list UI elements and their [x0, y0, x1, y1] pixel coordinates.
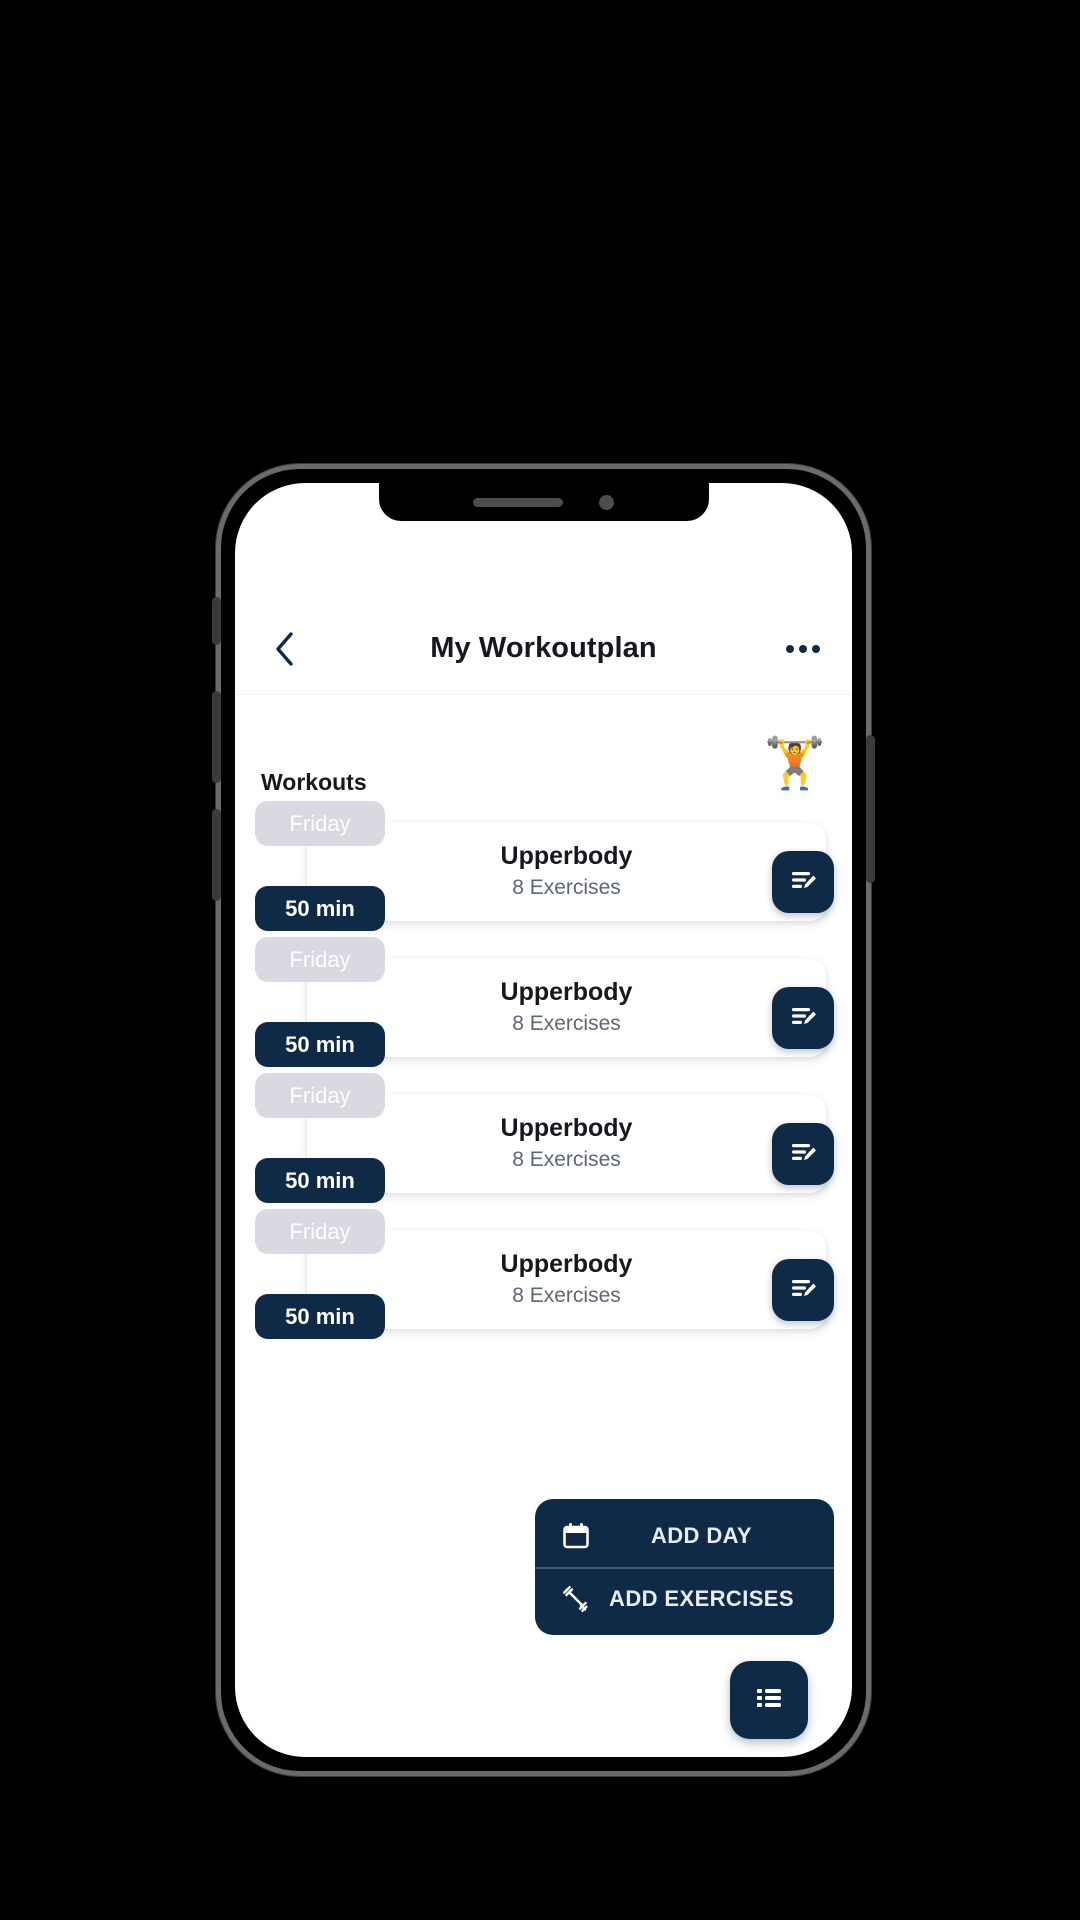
more-horizontal-icon-dot3: [812, 644, 820, 653]
workout-exercise-count: 8 Exercises: [512, 1148, 621, 1172]
add-day-label: ADD DAY: [650, 1523, 752, 1548]
workout-duration-pill: 50 min: [255, 1158, 385, 1203]
workout-day-pill: Friday: [255, 937, 385, 982]
workout-exercise-count: 8 Exercises: [512, 1012, 621, 1036]
speaker-grill-icon: [473, 497, 563, 507]
workout-list-item[interactable]: Friday Upperbody 8 Exercises 50 min: [243, 937, 844, 1073]
workout-name: Upperbody: [500, 978, 633, 1007]
workout-name: Upperbody: [500, 1114, 633, 1143]
list-icon: [751, 1680, 787, 1721]
phone-notch: [378, 483, 709, 521]
more-horizontal-icon-dot2: [799, 644, 807, 653]
front-camera-icon: [599, 494, 614, 510]
more-options-button[interactable]: [780, 626, 826, 672]
section-header: Workouts 🏋️: [235, 708, 852, 804]
app-header: My Workoutplan: [235, 603, 852, 695]
power-button[interactable]: [866, 735, 875, 883]
edit-note-icon: [787, 1000, 819, 1037]
workout-day-pill: Friday: [255, 801, 385, 846]
screenshot-canvas: My Workoutplan Workouts 🏋️ Friday Upperb…: [0, 0, 1080, 1920]
workout-name: Upperbody: [500, 1250, 633, 1279]
list-view-fab-button[interactable]: [730, 1661, 808, 1739]
workouts-section-label: Workouts: [261, 769, 367, 795]
edit-workout-button[interactable]: [772, 851, 834, 913]
workout-duration-pill: 50 min: [255, 886, 385, 931]
volume-up-button[interactable]: [212, 691, 221, 783]
more-horizontal-icon: [786, 644, 794, 653]
workout-exercise-count: 8 Exercises: [512, 1284, 621, 1308]
workout-list: Friday Upperbody 8 Exercises 50 min Frid…: [235, 801, 852, 1345]
workout-day-pill: Friday: [255, 1073, 385, 1118]
weight-lifter-emoji: 🏋️: [763, 735, 826, 791]
chevron-left-icon: [273, 631, 295, 667]
dumbbell-icon: [561, 1584, 605, 1614]
back-button[interactable]: [261, 626, 307, 672]
add-day-button[interactable]: ADD DAY: [535, 1505, 834, 1567]
add-exercises-button[interactable]: ADD EXERCISES: [535, 1567, 834, 1629]
workout-list-item[interactable]: Friday Upperbody 8 Exercises 50 min: [243, 1209, 844, 1345]
volume-down-button[interactable]: [212, 809, 221, 901]
edit-workout-button[interactable]: [772, 1259, 834, 1321]
workout-exercise-count: 8 Exercises: [512, 876, 621, 900]
edit-note-icon: [787, 1272, 819, 1309]
page-title: My Workoutplan: [430, 632, 657, 664]
edit-workout-button[interactable]: [772, 1123, 834, 1185]
phone-device-frame: My Workoutplan Workouts 🏋️ Friday Upperb…: [212, 464, 875, 1776]
silent-switch-button[interactable]: [212, 597, 221, 645]
workout-day-pill: Friday: [255, 1209, 385, 1254]
edit-note-icon: [787, 864, 819, 901]
workout-name: Upperbody: [500, 842, 633, 871]
edit-workout-button[interactable]: [772, 987, 834, 1049]
add-exercises-label: ADD EXERCISES: [609, 1586, 794, 1611]
phone-screen: My Workoutplan Workouts 🏋️ Friday Upperb…: [235, 483, 852, 1757]
workout-list-item[interactable]: Friday Upperbody 8 Exercises 50 min: [243, 801, 844, 937]
workout-duration-pill: 50 min: [255, 1022, 385, 1067]
edit-note-icon: [787, 1136, 819, 1173]
action-panel: ADD DAY ADD EXERCISES: [535, 1499, 834, 1635]
calendar-icon: [561, 1521, 605, 1551]
workout-duration-pill: 50 min: [255, 1294, 385, 1339]
workout-list-item[interactable]: Friday Upperbody 8 Exercises 50 min: [243, 1073, 844, 1209]
